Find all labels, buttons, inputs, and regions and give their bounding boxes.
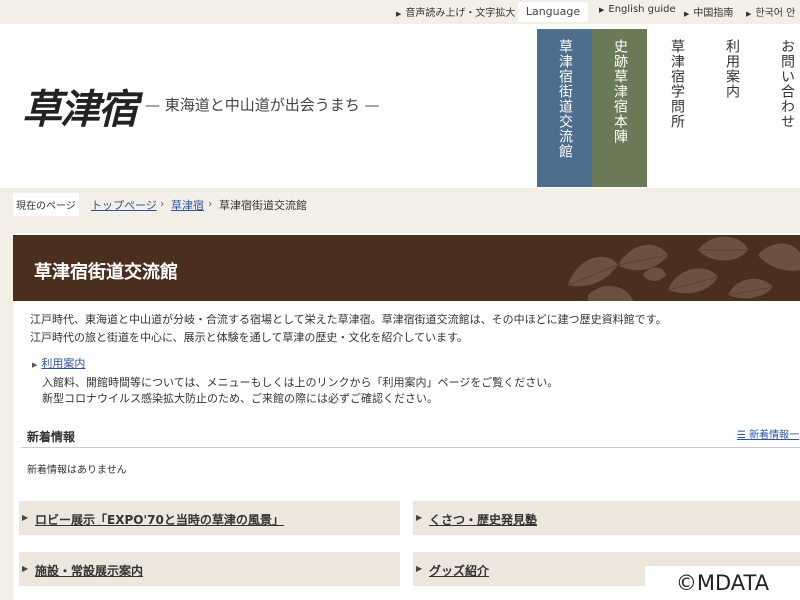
nav-item-label: 草津宿街道交流館 xyxy=(557,39,573,159)
card-lobby-exhibit[interactable]: ▶ ロビー展示「EXPO'70と当時の草津の風景」 xyxy=(19,501,400,535)
breadcrumb-separator: › xyxy=(208,197,213,210)
nav-item-contact[interactable]: お問い合わせ xyxy=(759,29,800,187)
nav-item-gakumonjo[interactable]: 草津宿学問所 xyxy=(649,29,704,187)
triangle-right-icon: ▶ xyxy=(32,361,38,369)
triangle-right-icon: ▶ xyxy=(22,513,29,522)
chinese-guide-link[interactable]: ▶ 中国指南 xyxy=(684,4,733,19)
triangle-right-icon: ▶ xyxy=(396,10,402,18)
divider xyxy=(21,447,800,448)
nav-item-label: お問い合わせ xyxy=(779,39,795,129)
breadcrumb-top-page[interactable]: トップページ xyxy=(91,197,157,213)
news-list-link[interactable]: ☰ 新着情報一 xyxy=(737,426,799,441)
nav-item-label: 草津宿学問所 xyxy=(669,39,685,129)
read-aloud-link[interactable]: ▶ 音声読み上げ・文字拡大 xyxy=(396,4,515,19)
usage-guide-link[interactable]: ▶ 利用案内 xyxy=(32,355,85,371)
covid-note: 新型コロナウイルス感染拡大防止のため、ご来館の際には必ずご確認ください。 xyxy=(42,392,438,405)
triangle-right-icon: ▶ xyxy=(416,513,423,522)
breadcrumb-current: 草津宿街道交流館 xyxy=(219,199,307,212)
intro-text-line: 江戸時代、東海道と中山道が分岐・合流する宿場として栄えた草津宿。草津宿街道交流館… xyxy=(30,313,667,326)
nav-item-honjin[interactable]: 史跡草津宿本陣 xyxy=(592,29,647,187)
nav-item-usage-guide[interactable]: 利用案内 xyxy=(704,29,759,187)
card-history-school[interactable]: ▶ くさつ・歴史発見塾 xyxy=(413,501,800,535)
triangle-right-icon: ▶ xyxy=(599,6,605,14)
page-title: 草津宿街道交流館 xyxy=(34,262,178,283)
list-icon: ☰ xyxy=(737,430,750,441)
watermark: ©MDATA xyxy=(645,566,800,600)
breadcrumb: 現在のページ トップページ › 草津宿 › 草津宿街道交流館 xyxy=(0,188,800,220)
triangle-right-icon: ▶ xyxy=(416,564,423,573)
news-heading: 新着情報 xyxy=(27,430,76,444)
site-logo[interactable]: 草津宿 xyxy=(22,77,138,135)
usage-note: 入館料、開館時間等については、メニューもしくは上のリンクから「利用案内」ページを… xyxy=(42,376,559,389)
intro-text-line: 江戸時代の旅と街道を中心に、展示と体験を通して草津の歴史・文化を紹介しています。 xyxy=(30,331,468,344)
main-content: 草津宿街道交流館 江戸時代、東海道と中山道が分岐・合流する宿場として栄えた草津宿… xyxy=(13,233,800,600)
language-button[interactable]: Language xyxy=(518,2,588,22)
news-empty-message: 新着情報はありません xyxy=(27,465,127,476)
triangle-right-icon: ▶ xyxy=(746,10,752,18)
card-facility-guide[interactable]: ▶ 施設・常設展示案内 xyxy=(19,552,400,586)
nav-item-label: 史跡草津宿本陣 xyxy=(612,39,628,144)
leaf-pattern-decoration xyxy=(567,236,800,301)
triangle-right-icon: ▶ xyxy=(22,564,29,573)
top-utility-bar: ▶ 音声読み上げ・文字拡大 Language ▶ English guide ▶ 中国… xyxy=(0,0,800,24)
triangle-right-icon: ▶ xyxy=(684,10,690,18)
nav-item-label: 利用案内 xyxy=(724,39,740,99)
current-page-label: 現在のページ xyxy=(13,193,79,216)
site-header: 草津宿 — 東海道と中山道が出会うまち — 草津宿街道交流館 史跡草津宿本陣 草… xyxy=(0,24,800,188)
breadcrumb-separator: › xyxy=(160,197,165,210)
page-title-band: 草津宿街道交流館 xyxy=(13,235,800,301)
korean-guide-link[interactable]: ▶ 한국어 안 xyxy=(746,4,795,19)
nav-item-kaido-koryukan[interactable]: 草津宿街道交流館 xyxy=(537,29,592,187)
breadcrumb-kusatsujuku[interactable]: 草津宿 xyxy=(171,197,204,213)
english-guide-link[interactable]: ▶ English guide xyxy=(599,4,676,15)
site-tagline: — 東海道と中山道が出会うまち — xyxy=(145,96,380,114)
